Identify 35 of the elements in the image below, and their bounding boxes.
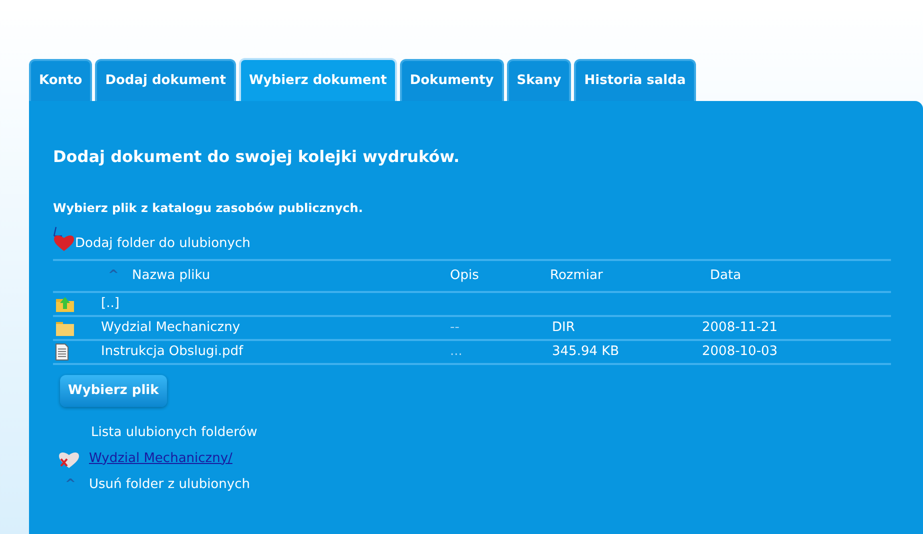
- file-date: 2008-11-21: [702, 320, 778, 336]
- choose-file-button[interactable]: Wybierz plik: [60, 375, 167, 407]
- favorite-folder-link[interactable]: Wydzial Mechaniczny/: [89, 448, 232, 468]
- remove-indicator: ^: [65, 476, 77, 494]
- tab[interactable]: Dokumenty: [400, 59, 504, 101]
- file-row[interactable]: [..]: [53, 293, 891, 317]
- file-description: --: [450, 320, 460, 336]
- heart-icon: [53, 225, 75, 253]
- file-name: [..]: [101, 296, 120, 312]
- file-size: DIR: [552, 320, 575, 336]
- tab[interactable]: Wybierz dokument: [238, 58, 397, 101]
- column-header[interactable]: Rozmiar: [550, 266, 710, 286]
- column-header[interactable]: Data: [710, 266, 742, 286]
- page-heading: Dodaj dokument do swojej kolejki wydruków.: [53, 146, 461, 168]
- favorites-title: Lista ulubionych folderów: [91, 424, 258, 442]
- tab[interactable]: Historia salda: [574, 59, 696, 101]
- section-heading: Wybierz plik z katalogu zasobów publicznych.: [53, 200, 364, 217]
- file-date: 2008-10-03: [702, 344, 778, 360]
- file-row[interactable]: Wydzial Mechaniczny -- DIR 2008-11-21: [53, 317, 891, 341]
- sort-indicator: ^: [108, 267, 120, 286]
- file-description: ...: [450, 344, 462, 360]
- file-name: Instrukcja Obslugi.pdf: [101, 344, 244, 360]
- tab[interactable]: Konto: [29, 59, 92, 101]
- document-icon: [55, 343, 69, 361]
- file-row[interactable]: Instrukcja Obslugi.pdf ... 345.94 KB 2008-10-03: [53, 341, 891, 365]
- folder-up-icon: [55, 296, 75, 312]
- tab[interactable]: Dodaj dokument: [95, 59, 236, 101]
- column-header[interactable]: Opis: [450, 266, 550, 286]
- file-name: Wydzial Mechaniczny: [101, 320, 240, 336]
- folder-icon: [55, 320, 75, 336]
- column-header[interactable]: Nazwa pliku: [132, 266, 450, 286]
- file-size: 345.94 KB: [552, 344, 620, 360]
- tab[interactable]: Skany: [506, 59, 572, 101]
- add-favorite-link[interactable]: Dodaj folder do ulubionych: [53, 225, 250, 253]
- remove-favorite-link[interactable]: Usuń folder z ulubionych: [89, 474, 250, 494]
